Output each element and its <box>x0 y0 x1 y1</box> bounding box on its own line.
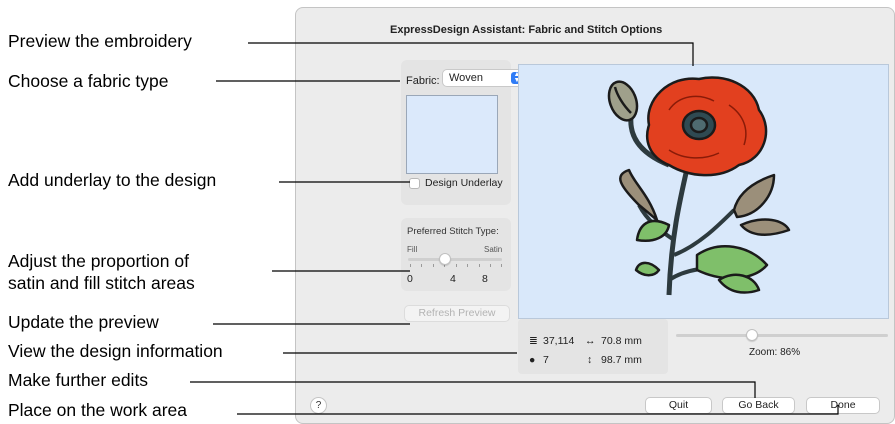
leader-line-edits <box>190 381 756 398</box>
callout-leader-lines <box>190 42 839 415</box>
leader-line-place <box>237 405 839 415</box>
leader-line-preview <box>248 42 694 66</box>
